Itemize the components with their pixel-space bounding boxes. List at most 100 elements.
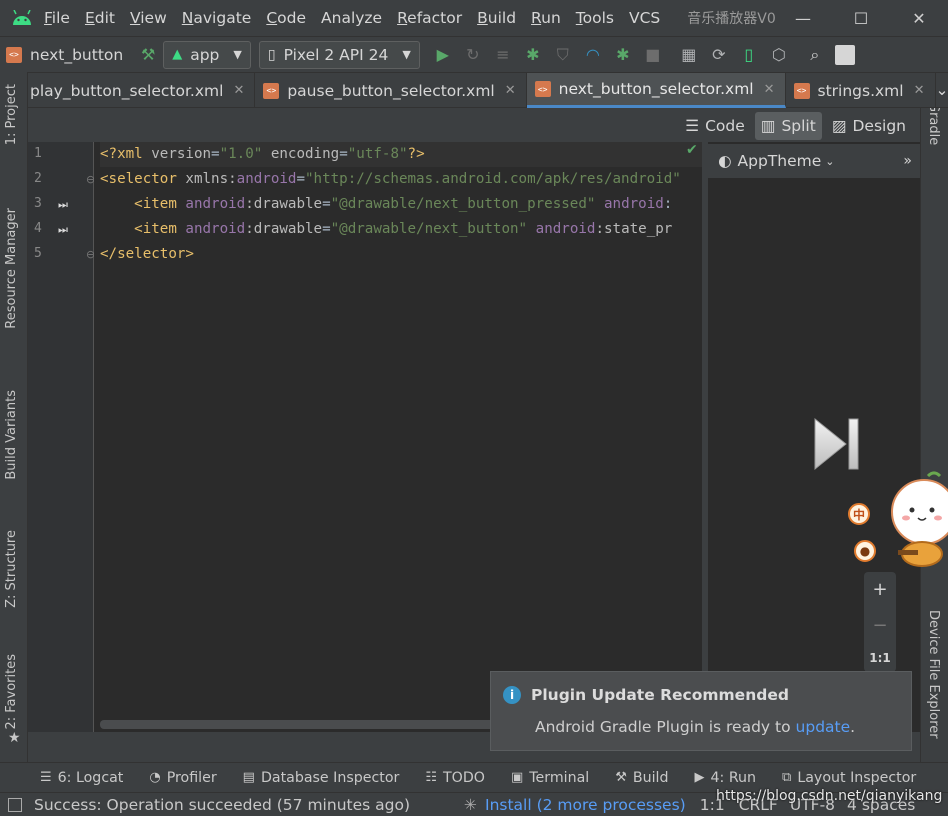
tool-gradle[interactable]: Gradle (926, 102, 941, 145)
project-structure-icon[interactable]: ▦ (674, 40, 704, 70)
menu-code[interactable]: Code (266, 9, 306, 27)
tool-favorites[interactable]: 2: Favorites (4, 654, 19, 730)
code-token: :drawable (245, 221, 323, 237)
tool-terminal[interactable]: ▣ Terminal (511, 770, 589, 786)
apply-changes-icon[interactable]: ↻ (458, 40, 488, 70)
menu-label: avigate (193, 9, 252, 27)
tool-profiler[interactable]: ◔ Profiler (149, 770, 216, 786)
module-selector[interactable]: ▲ app ▼ (163, 40, 251, 69)
device-selector[interactable]: ▯ Pixel 2 API 24 ▼ (258, 40, 420, 69)
hammer-build-icon[interactable]: ⚒ (133, 40, 163, 70)
code-line: </selector> (100, 242, 194, 267)
tool-structure[interactable]: Z: Structure (4, 530, 19, 608)
code-line: <item android:drawable="@drawable/next_b… (100, 192, 672, 217)
menu-tools[interactable]: Tools (576, 9, 614, 27)
expand-toolbar-icon[interactable]: » (903, 153, 912, 169)
menu-label: ools (582, 9, 614, 27)
close-icon[interactable]: ✕ (505, 83, 516, 98)
menu-build[interactable]: Build (477, 9, 516, 27)
tab-pause-button-selector-xml[interactable]: <> pause_button_selector.xml ✕ (255, 73, 527, 108)
background-tasks-link[interactable]: Install (2 more processes) (485, 796, 686, 814)
menu-run[interactable]: Run (531, 9, 561, 27)
menu-label: iew (140, 9, 167, 27)
close-window-button[interactable]: ✕ (890, 0, 948, 36)
zoom-reset-button[interactable]: 1:1 (869, 651, 891, 665)
code-line: <item android:drawable="@drawable/next_b… (100, 217, 672, 242)
status-toggle-icon[interactable] (8, 797, 22, 812)
close-icon[interactable]: ✕ (764, 82, 775, 97)
apply-code-changes-icon[interactable]: ≡ (488, 40, 518, 70)
menu-vcs[interactable]: VCS (629, 9, 660, 27)
tool-run[interactable]: ▶ 4: Run (695, 770, 757, 786)
tool-project[interactable]: 1: Project (4, 84, 19, 145)
tool-layout-inspector[interactable]: ⧉ Layout Inspector (782, 770, 916, 786)
theme-selector[interactable]: AppTheme (738, 152, 822, 170)
maximize-button[interactable]: ☐ (832, 0, 890, 36)
build-icon: ⚒ (615, 770, 627, 785)
coverage-icon[interactable]: ✱ (608, 40, 638, 70)
code-token: "@drawable/next_button_pressed" (330, 196, 596, 212)
menu-view[interactable]: View (130, 9, 167, 27)
tool-database[interactable]: ▤ Database Inspector (243, 770, 400, 786)
no-problems-check-icon: ✔ (686, 142, 698, 158)
debug-icon[interactable]: ✱ (518, 40, 548, 70)
tool-logcat[interactable]: ☰ 6: Logcat (40, 770, 123, 786)
menu-analyze[interactable]: Analyze (321, 9, 382, 27)
tool-build-variants[interactable]: Build Variants (4, 390, 19, 480)
module-label: app (190, 45, 220, 64)
avd-manager-icon[interactable]: ▯ (734, 40, 764, 70)
tool-resource-manager[interactable]: Resource Manager (4, 208, 19, 329)
attach-debugger-icon[interactable]: ⛉ (548, 40, 578, 70)
close-icon[interactable]: ✕ (233, 83, 244, 98)
tab-strings-xml[interactable]: <> strings.xml ✕ (786, 73, 936, 108)
search-icon[interactable]: ⌕ (800, 40, 830, 70)
breadcrumb[interactable]: <> next_button (0, 46, 123, 64)
run-icon[interactable]: ▶ (428, 40, 458, 70)
minimize-button[interactable]: — (774, 0, 832, 36)
menu-navigate[interactable]: Navigate (182, 9, 252, 27)
run-icon: ▶ (694, 770, 705, 785)
sync-gradle-icon[interactable]: ⟳ (704, 40, 734, 70)
view-mode-design[interactable]: ▨ Design (826, 112, 912, 140)
code-token: "utf-8" (347, 146, 408, 162)
tab-next-button-selector-xml[interactable]: <> next_button_selector.xml ✕ (526, 73, 786, 108)
tab-label: strings.xml (817, 81, 904, 100)
sdk-manager-icon[interactable]: ⬡ (764, 40, 794, 70)
menu-label: uild (487, 9, 517, 27)
tool-todo[interactable]: ☷ TODO (425, 770, 485, 786)
gutter-drawable-icon[interactable]: ⏭ (58, 223, 68, 237)
menu-refactor[interactable]: Refactor (397, 9, 462, 27)
code-token: encoding (262, 146, 340, 162)
status-message[interactable]: Success: Operation succeeded (57 minutes… (34, 796, 410, 814)
profile-icon[interactable]: ◠ (578, 40, 608, 70)
view-mode-split[interactable]: ▥ Split (754, 112, 822, 140)
menu-file[interactable]: File (44, 9, 70, 27)
view-mode-code[interactable]: ☰ Code (679, 112, 751, 140)
tab-play-button-selector-xml[interactable]: play_button_selector.xml ✕ (28, 73, 256, 108)
editor-tabs: play_button_selector.xml ✕ <> pause_button_… (28, 72, 948, 108)
zoom-out-button[interactable]: − (872, 615, 887, 636)
tool-label: TODO (443, 769, 485, 786)
notification-title: Plugin Update Recommended (531, 686, 789, 704)
tool-device-file-explorer[interactable]: Device File Explorer (926, 610, 941, 739)
xml-file-icon: <> (263, 82, 280, 99)
menu-label: dit (94, 9, 115, 27)
close-icon[interactable]: ✕ (914, 83, 925, 98)
avatar[interactable] (830, 40, 860, 70)
menu-edit[interactable]: Edit (85, 9, 115, 27)
code-token: android (185, 196, 246, 212)
update-link[interactable]: update (796, 718, 851, 736)
line-number: 5 (34, 246, 42, 261)
zoom-in-button[interactable]: + (872, 579, 887, 600)
chevron-down-icon[interactable]: ⌄ (936, 73, 948, 107)
ime-badge-icon: 中 (848, 503, 870, 525)
gutter-drawable-icon[interactable]: ⏭ (58, 198, 68, 212)
code-editor[interactable]: <?xml version="1.0" encoding="utf-8"?> <s… (94, 142, 702, 718)
window-title: 音乐播放器V0 (687, 11, 776, 27)
tool-build[interactable]: ⚒ Build (615, 770, 668, 786)
phone-icon: ▯ (267, 46, 276, 63)
menu-mnemonic: F (44, 9, 52, 27)
tool-label: 4: Run (710, 769, 757, 786)
stop-icon[interactable]: ■ (638, 40, 668, 70)
